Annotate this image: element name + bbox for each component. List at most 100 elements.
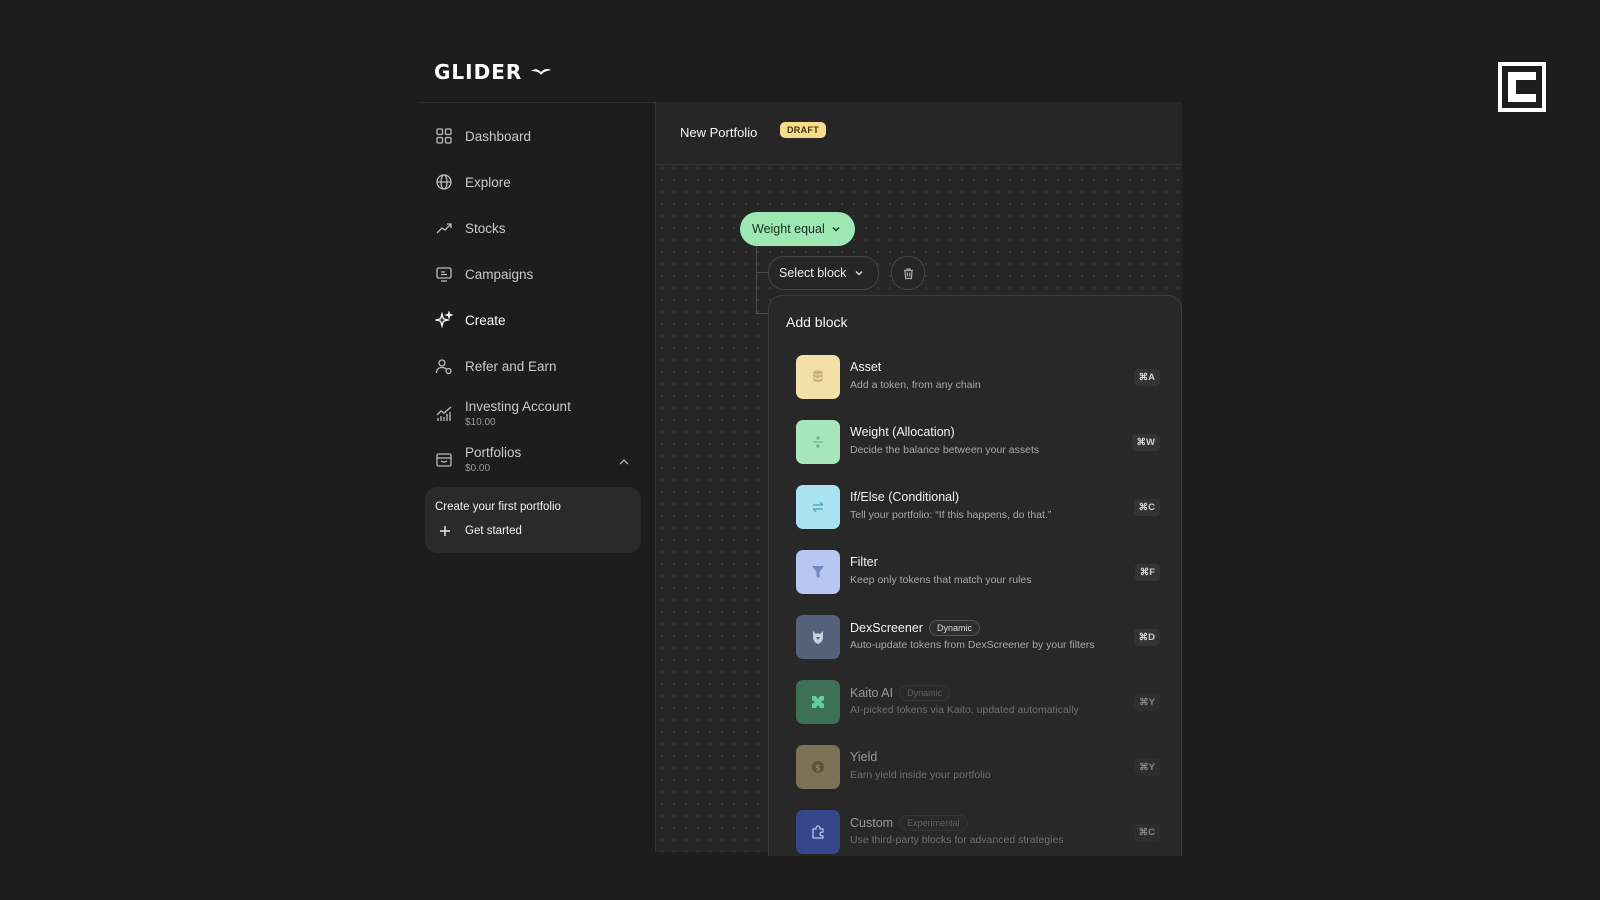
bird-icon	[531, 68, 552, 75]
brand-name: GLIDER	[434, 60, 523, 84]
glider-logo[interactable]: GLIDER	[434, 60, 552, 84]
dexscreener-icon	[813, 631, 823, 644]
svg-text:$: $	[815, 764, 821, 774]
shortcut-key: ⌘D	[1133, 629, 1160, 646]
page-title: New Portfolio	[680, 125, 758, 140]
filter-tile	[796, 550, 840, 594]
block-description: Tell your portfolio: “If this happens, d…	[850, 509, 1052, 521]
chevron-down-icon	[855, 271, 863, 276]
shortcut-key: ⌘W	[1131, 434, 1160, 451]
sparkles-icon	[435, 311, 453, 329]
block-description: Decide the balance between your assets	[850, 444, 1040, 456]
block-name: Filter	[850, 555, 878, 569]
block-description: Keep only tokens that match your rules	[850, 574, 1032, 586]
shortcut-key: ⌘A	[1133, 369, 1160, 386]
yield-tile: $	[796, 745, 840, 789]
weight-equal-dropdown[interactable]: Weight equal	[740, 212, 855, 246]
tree-connector-branch	[756, 272, 768, 273]
coins-icon	[813, 370, 823, 382]
trend-up-icon	[435, 219, 453, 237]
corner-brand-icon	[1498, 62, 1546, 112]
sidebar-item-label: Create	[465, 312, 506, 328]
status-badge: DRAFT	[780, 122, 826, 138]
sidebar-item-portfolios[interactable]: Portfolios $0.00	[435, 445, 521, 474]
block-option-filter[interactable]: Filter Keep only tokens that match your …	[796, 550, 1160, 596]
block-name: Yield	[850, 750, 878, 764]
portfolios-balance: $0.00	[465, 463, 491, 474]
app-window: Dashboard Explore Stocks Campaigns Creat…	[419, 102, 1182, 856]
promo-title: Create your first portfolio	[435, 501, 561, 513]
block-option-weight[interactable]: Weight (Allocation) Decide the balance b…	[796, 420, 1160, 466]
select-block-label: Select block	[779, 266, 847, 280]
sidebar-item-dashboard[interactable]: Dashboard	[435, 127, 531, 145]
sidebar-item-label: Explore	[465, 174, 511, 190]
block-description: Auto-update tokens from DexScreener by y…	[850, 639, 1095, 651]
chevron-down-icon	[832, 227, 840, 232]
block-description: AI-picked tokens via Kaito, updated auto…	[850, 704, 1079, 716]
sidebar-item-label: Refer and Earn	[465, 358, 557, 374]
weight-pill-label: Weight equal	[752, 222, 825, 236]
block-option-yield[interactable]: $ Yield Earn yield inside your portfolio…	[796, 745, 1160, 791]
weight-tile	[796, 420, 840, 464]
sidebar-item-campaigns[interactable]: Campaigns	[435, 265, 533, 283]
get-started-button[interactable]: Get started	[439, 525, 522, 537]
shortcut-key: ⌘F	[1134, 564, 1160, 581]
kaito-icon	[812, 696, 824, 708]
block-name: Weight (Allocation)	[850, 425, 955, 439]
arrows-swap-icon	[812, 501, 824, 513]
sidebar: Dashboard Explore Stocks Campaigns Creat…	[419, 102, 655, 853]
block-option-custom[interactable]: Custom Experimental Use third-party block…	[796, 810, 1160, 856]
sidebar-item-stocks[interactable]: Stocks	[435, 219, 506, 237]
get-started-label: Get started	[465, 525, 522, 537]
add-block-title: Add block	[786, 314, 848, 330]
block-option-if-else[interactable]: If/Else (Conditional) Tell your portfoli…	[796, 485, 1160, 531]
dynamic-tag: Dynamic	[928, 620, 980, 636]
tree-connector-branch	[756, 313, 768, 314]
asset-tile	[796, 355, 840, 399]
chevron-up-icon[interactable]	[617, 455, 631, 469]
select-block-dropdown[interactable]: Select block	[768, 256, 880, 290]
delete-block-button[interactable]	[891, 256, 925, 290]
trash-icon	[903, 267, 913, 279]
tree-connector	[756, 246, 757, 314]
block-name: If/Else (Conditional)	[850, 490, 960, 504]
wallet-icon	[435, 451, 453, 469]
block-name: Custom	[850, 816, 894, 830]
experimental-tag: Experimental	[899, 815, 968, 831]
dexscreener-tile	[796, 615, 840, 659]
investing-account-balance: $10.00	[465, 417, 496, 428]
create-portfolio-card: Create your first portfolio Get started	[425, 487, 641, 553]
if-else-tile	[796, 485, 840, 529]
globe-icon	[435, 173, 453, 191]
kaito-tile	[796, 680, 840, 724]
custom-tile	[796, 810, 840, 854]
block-option-kaito-ai[interactable]: Kaito AI Dynamic AI-picked tokens via Kai…	[796, 680, 1160, 726]
puzzle-icon	[812, 825, 824, 839]
sidebar-item-label: Dashboard	[465, 128, 532, 144]
block-option-dexscreener[interactable]: DexScreener Dynamic Auto-update tokens fr…	[796, 615, 1160, 661]
dollar-coin-icon: $	[812, 761, 824, 774]
dynamic-tag: Dynamic	[899, 685, 951, 701]
add-block-menu: Add block Asset Add a token, from any ch…	[768, 295, 1182, 856]
sidebar-item-label: Investing Account	[465, 399, 571, 414]
funnel-icon	[812, 566, 824, 578]
block-description: Earn yield inside your portfolio	[850, 769, 991, 781]
shortcut-key: ⌘C	[1133, 499, 1160, 516]
grid-icon	[435, 127, 453, 145]
page-header: New Portfolio DRAFT	[656, 102, 1182, 165]
block-description: Add a token, from any chain	[850, 379, 981, 391]
block-name: DexScreener	[850, 621, 923, 635]
sidebar-item-refer-and-earn[interactable]: Refer and Earn	[435, 357, 557, 375]
plus-icon	[440, 526, 450, 536]
shortcut-key: ⌘Y	[1134, 694, 1160, 711]
ticket-icon	[435, 265, 453, 283]
block-name: Kaito AI	[850, 686, 894, 700]
sidebar-item-investing-account[interactable]: Investing Account $10.00	[435, 399, 571, 428]
block-option-asset[interactable]: Asset Add a token, from any chain ⌘A	[796, 355, 1160, 401]
sidebar-item-label: Portfolios	[465, 445, 522, 460]
sidebar-item-create[interactable]: Create	[435, 311, 506, 329]
bar-chart-icon	[435, 405, 453, 423]
sidebar-item-explore[interactable]: Explore	[435, 173, 511, 191]
block-description: Use third-party blocks for advanced stra…	[850, 834, 1064, 846]
sidebar-item-label: Stocks	[465, 220, 506, 236]
